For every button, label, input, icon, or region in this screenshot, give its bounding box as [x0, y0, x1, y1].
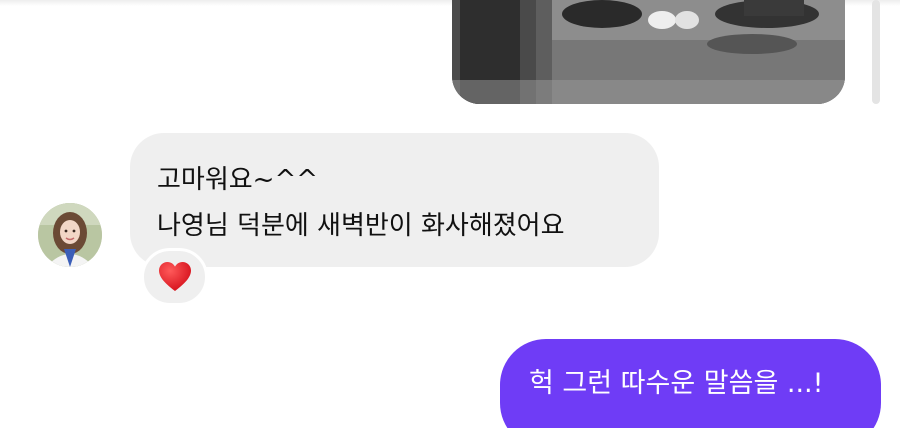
heart-reaction[interactable]	[141, 248, 208, 306]
heart-icon	[158, 262, 191, 291]
sender-avatar[interactable]	[38, 203, 102, 267]
photo-icon	[452, 0, 845, 104]
outgoing-message-text: 헉 그런 따수운 말씀을 ...!	[529, 368, 824, 399]
chat-screen: 고마워요~^^ 나영님 덕분에 새벽반이 화사해졌어요 헉 그런 따수운 말씀을…	[0, 0, 900, 428]
message-line-2: 나영님 덕분에 새벽반이 화사해졌어요	[157, 211, 565, 241]
incoming-message-bubble[interactable]: 고마워요~^^ 나영님 덕분에 새벽반이 화사해졌어요	[130, 133, 659, 267]
message-line-1: 고마워요~^^	[157, 165, 319, 195]
outgoing-message-bubble[interactable]: 헉 그런 따수운 말씀을 ...!	[500, 339, 881, 428]
scrollbar[interactable]	[872, 0, 880, 104]
shared-photo[interactable]	[452, 0, 845, 104]
profile-photo-icon	[38, 203, 102, 267]
